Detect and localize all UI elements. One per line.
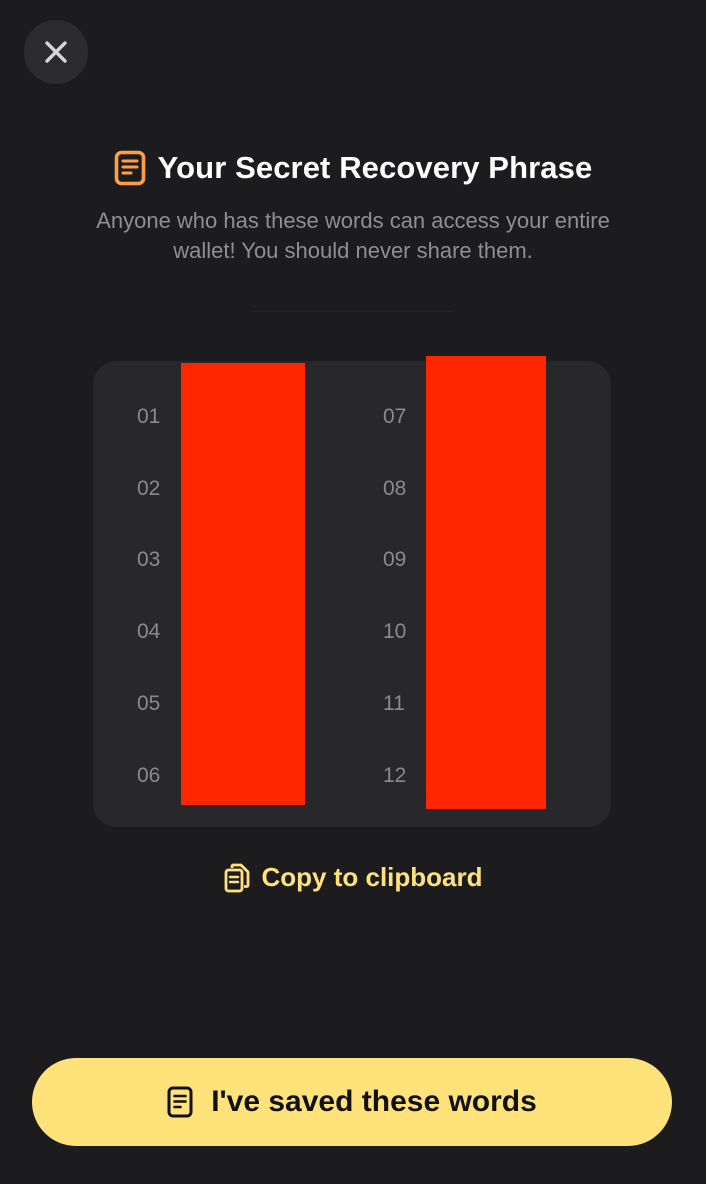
close-icon <box>43 39 69 65</box>
saved-button-label: I've saved these words <box>211 1085 537 1118</box>
close-button[interactable] <box>24 20 88 84</box>
document-icon <box>114 150 146 186</box>
warning-subtitle: Anyone who has these words can access yo… <box>40 206 666 266</box>
copy-to-clipboard-button[interactable]: Copy to clipboard <box>0 862 706 893</box>
word-number: 10 <box>383 620 407 643</box>
word-number: 12 <box>383 764 407 787</box>
word-number: 06 <box>137 764 161 787</box>
word-number: 02 <box>137 477 161 500</box>
word-number: 04 <box>137 620 161 643</box>
word-number: 11 <box>383 692 405 715</box>
page-title-row: Your Secret Recovery Phrase <box>0 150 706 186</box>
subtitle-line-2: wallet! You should never share them. <box>173 238 533 263</box>
copy-label: Copy to clipboard <box>261 862 483 892</box>
saved-words-button[interactable]: I've saved these words <box>32 1058 672 1146</box>
subtitle-line-1: Anyone who has these words can access yo… <box>96 208 610 233</box>
word-number: 03 <box>137 548 161 571</box>
word-number: 05 <box>137 692 161 715</box>
word-number: 07 <box>383 405 407 428</box>
word-number: 08 <box>383 477 407 500</box>
word-number: 09 <box>383 548 407 571</box>
copy-icon <box>224 863 250 893</box>
document-icon <box>167 1086 193 1118</box>
redacted-words-left <box>181 363 305 805</box>
divider <box>253 311 453 312</box>
word-number: 01 <box>137 405 161 428</box>
page-title: Your Secret Recovery Phrase <box>157 150 593 185</box>
redacted-words-right <box>426 356 546 809</box>
